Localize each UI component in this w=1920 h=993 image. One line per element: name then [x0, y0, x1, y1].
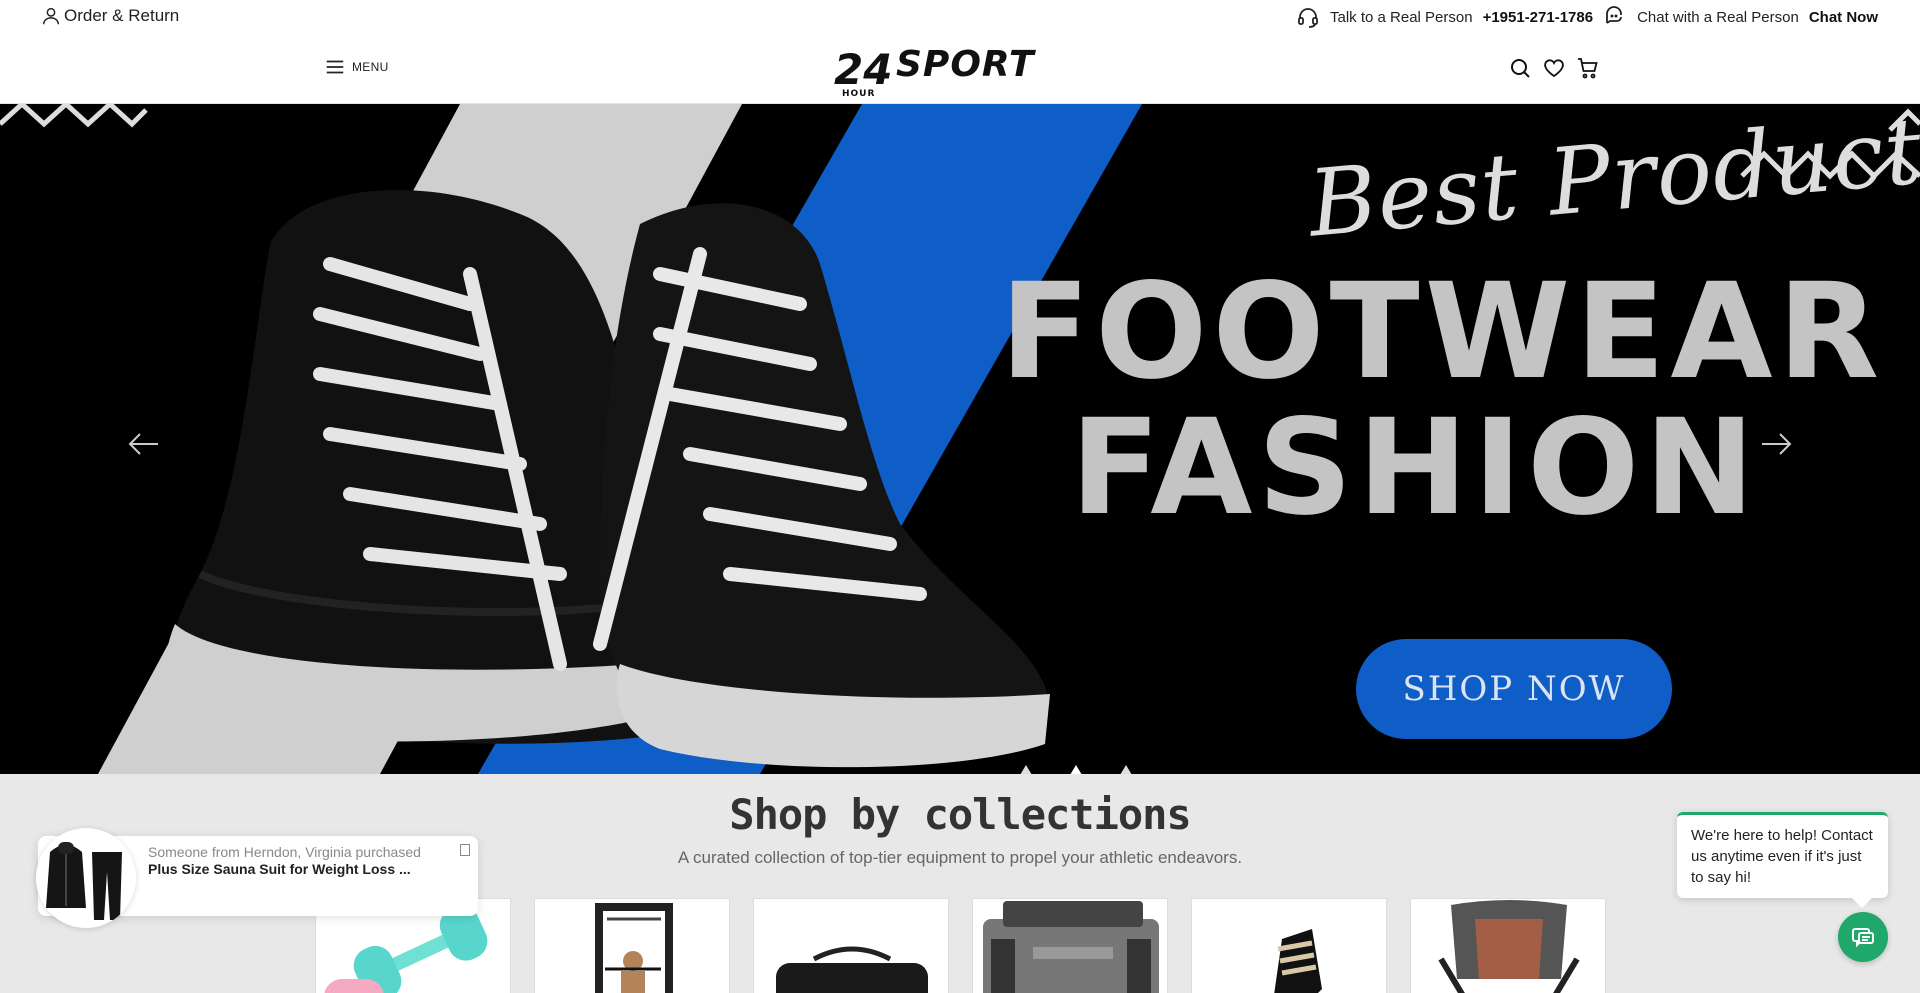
- hero-headline-line2: FASHION: [1070, 391, 1760, 545]
- chat-icon: [1849, 923, 1877, 951]
- arrow-left-icon[interactable]: [124, 424, 164, 464]
- chat-with-person[interactable]: Chat with a Real Person Chat Now: [1603, 5, 1878, 29]
- close-icon[interactable]: [460, 844, 470, 856]
- hamburger-icon: [324, 56, 346, 78]
- svg-text:24: 24: [834, 45, 892, 94]
- collection-card-home-gym[interactable]: [534, 898, 730, 993]
- chat-bubble-icon: [1603, 5, 1627, 29]
- phone-number[interactable]: +1951-271-1786: [1483, 9, 1594, 26]
- order-return-label: Order & Return: [64, 6, 180, 25]
- search-icon[interactable]: [1508, 56, 1532, 80]
- recent-purchase-popup[interactable]: Someone from Herndon, Virginia purchased…: [36, 828, 478, 928]
- heart-icon[interactable]: [1542, 56, 1566, 80]
- collection-card-boots[interactable]: [1191, 898, 1387, 993]
- purchase-product[interactable]: Plus Size Sauna Suit for Weight Loss ...: [148, 861, 411, 877]
- slide-dot-active[interactable]: [1070, 762, 1082, 774]
- svg-text:HOUR: HOUR: [842, 89, 875, 98]
- chat-label: Chat with a Real Person: [1637, 8, 1799, 26]
- collection-card-cooler-bag[interactable]: [972, 898, 1168, 993]
- top-utility-bar: Order & Return Talk to a Real Person +19…: [0, 0, 1920, 32]
- slider-dots: [1020, 762, 1132, 774]
- chat-launcher-button[interactable]: [1838, 912, 1888, 962]
- user-icon: [40, 5, 62, 27]
- purchase-location: Someone from Herndon, Virginia purchased: [148, 844, 421, 860]
- talk-label: Talk to a Real Person: [1329, 8, 1473, 26]
- collection-card-duffel-bag[interactable]: [753, 898, 949, 993]
- site-logo[interactable]: 24 HOUR SPORT: [832, 40, 1068, 99]
- menu-button[interactable]: MENU: [324, 56, 389, 78]
- slide-dot[interactable]: [1120, 762, 1132, 774]
- chat-now-link[interactable]: Chat Now: [1809, 9, 1878, 26]
- chat-welcome-bubble[interactable]: We're here to help! Contact us anytime e…: [1677, 812, 1888, 908]
- hero-banner[interactable]: Best Product FOOTWEAR FASHION SHOP NOW: [0, 104, 1920, 774]
- svg-text:SPORT: SPORT: [896, 44, 1036, 85]
- collections-title: Shop by collections: [729, 790, 1191, 839]
- hero-headline: FOOTWEAR FASHION: [1000, 255, 1885, 545]
- headset-icon: [1296, 5, 1320, 29]
- hero-headline-line1: FOOTWEAR: [1000, 255, 1885, 409]
- collection-card-camping-chair[interactable]: [1410, 898, 1606, 993]
- site-header: MENU 24 HOUR SPORT: [0, 32, 1920, 104]
- slide-dot[interactable]: [1020, 762, 1032, 774]
- cart-icon[interactable]: [1576, 56, 1600, 80]
- product-thumbnail: [36, 828, 136, 928]
- talk-to-person[interactable]: Talk to a Real Person +1951-271-1786: [1296, 5, 1593, 29]
- order-return-link[interactable]: Order & Return: [40, 5, 179, 27]
- shop-now-button[interactable]: SHOP NOW: [1356, 639, 1672, 739]
- menu-label: MENU: [352, 60, 389, 74]
- arrow-right-icon[interactable]: [1756, 424, 1796, 464]
